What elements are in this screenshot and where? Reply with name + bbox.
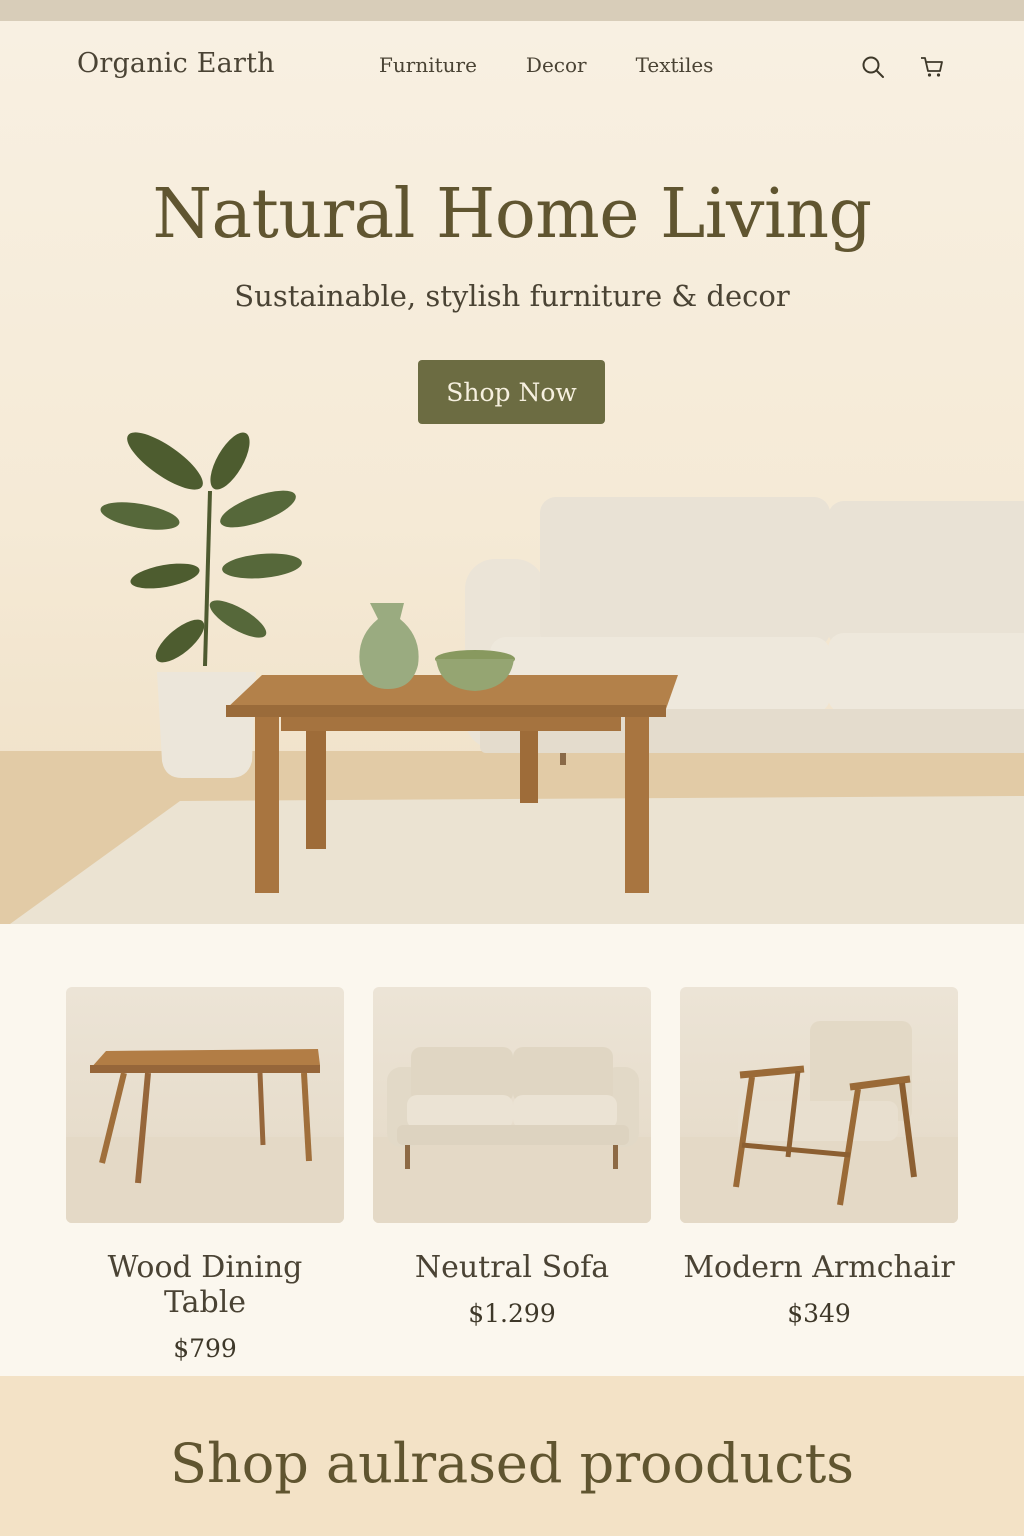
shop-now-button[interactable]: Shop Now <box>418 360 605 424</box>
products-section: Wood Dining Table $799 Neutral Sofa $1.2… <box>0 924 1024 1376</box>
modern-armchair-illustration <box>680 1021 958 1223</box>
product-name[interactable]: Wood Dining Table <box>66 1250 344 1320</box>
product-image-wood-dining-table[interactable] <box>66 987 344 1223</box>
bottom-section-title: Shop aulrased prooducts <box>169 1432 855 1495</box>
cart-icon[interactable] <box>919 54 945 80</box>
top-nav: Organic Earth Furniture Decor Textiles <box>0 21 1024 113</box>
nav-link-textiles[interactable]: Textiles <box>636 53 714 77</box>
product-price: $799 <box>173 1334 237 1363</box>
product-image-neutral-sofa[interactable] <box>373 987 651 1223</box>
product-card-wood-dining-table[interactable]: Wood Dining Table $799 <box>66 987 344 1363</box>
product-name[interactable]: Modern Armchair <box>680 1250 958 1285</box>
nav-link-furniture[interactable]: Furniture <box>379 53 477 77</box>
hero-living-room-image <box>0 432 1024 924</box>
neutral-sofa-illustration <box>373 1047 651 1223</box>
search-icon-glyph <box>862 56 884 78</box>
product-card-modern-armchair[interactable]: Modern Armchair $349 <box>680 987 958 1328</box>
product-price: $1.299 <box>468 1299 556 1328</box>
hero-subtitle: Sustainable, stylish furniture & decor <box>234 279 790 313</box>
rug <box>10 796 1024 924</box>
hero-title: Natural Home Living <box>152 175 872 254</box>
product-name[interactable]: Neutral Sofa <box>373 1250 651 1285</box>
hero-section: Organic Earth Furniture Decor Textiles N… <box>0 21 1024 924</box>
cart-icon-glyph <box>921 57 943 77</box>
product-price: $349 <box>787 1299 851 1328</box>
top-strip <box>0 0 1024 21</box>
product-card-neutral-sofa[interactable]: Neutral Sofa $1.299 <box>373 987 651 1328</box>
bottom-section: Shop aulrased prooducts <box>0 1376 1024 1536</box>
product-image-modern-armchair[interactable] <box>680 987 958 1223</box>
nav-link-decor[interactable]: Decor <box>526 53 587 77</box>
search-icon[interactable] <box>860 54 886 80</box>
brand-logo[interactable]: Organic Earth <box>77 48 275 79</box>
wood-dining-table-illustration <box>66 1049 344 1223</box>
page: Organic Earth Furniture Decor Textiles N… <box>0 0 1024 1536</box>
nav-links: Furniture Decor Textiles <box>379 53 713 77</box>
